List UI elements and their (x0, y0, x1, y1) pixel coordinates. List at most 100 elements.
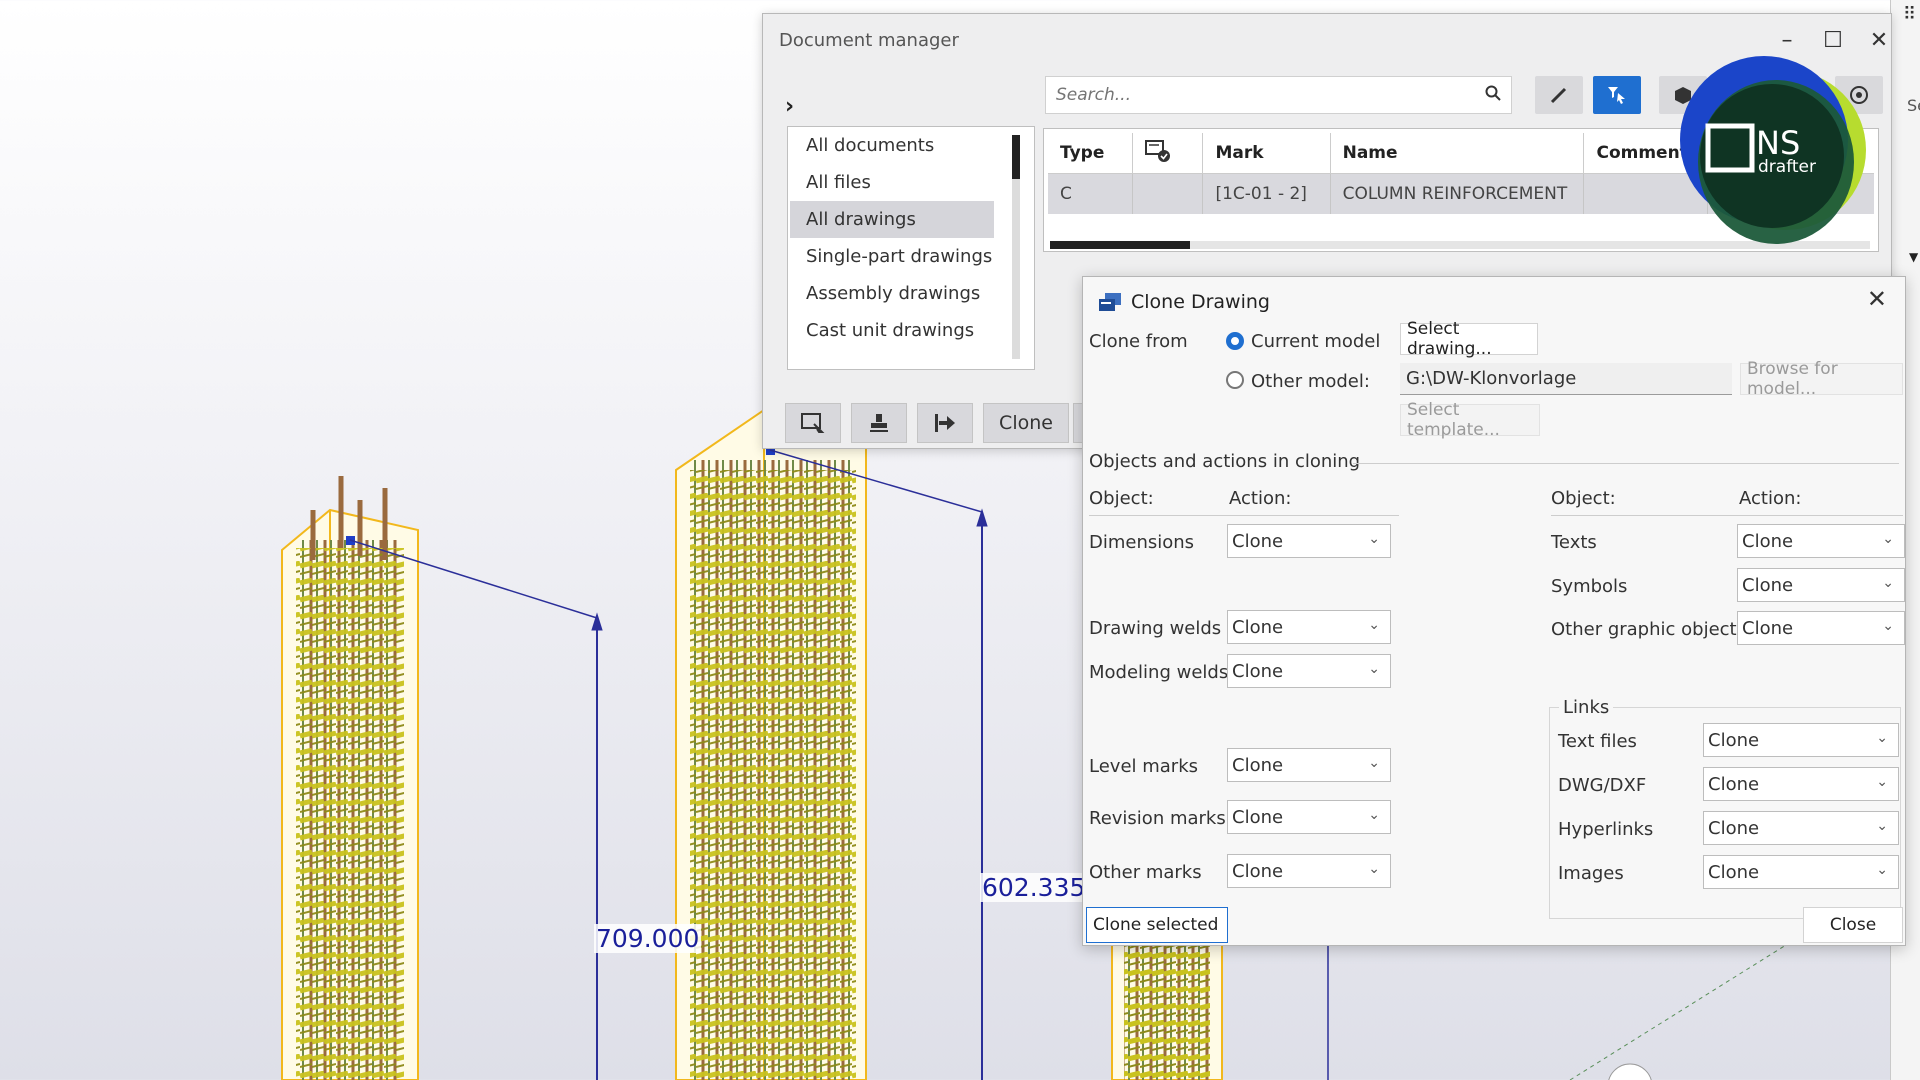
column-1 (281, 476, 419, 1080)
clone-drawing-icon (1099, 293, 1121, 311)
column-2 (675, 408, 867, 1080)
cell-status (1132, 173, 1204, 214)
chevron-down-icon: ⌄ (1368, 617, 1380, 633)
object-label: Other graphic objects (1551, 619, 1746, 640)
nav-item[interactable]: All files (790, 164, 994, 201)
cell-name: COLUMN REINFORCEMENT (1330, 173, 1585, 214)
close-icon[interactable]: ✕ (1867, 285, 1887, 313)
chevron-down-icon: ⌄ (1876, 862, 1888, 878)
model-path-field[interactable]: G:\DW-Klonvorlage (1400, 363, 1732, 395)
chevron-down-icon: ⌄ (1876, 730, 1888, 746)
nav-item[interactable]: All documents (790, 127, 994, 164)
object-label: Dimensions (1089, 532, 1195, 553)
action-select[interactable]: Clone ⌄ (1227, 610, 1391, 644)
clone-button[interactable]: Clone (983, 403, 1069, 443)
table-scrollbar-thumb[interactable] (1050, 241, 1190, 249)
chevron-down-icon: ⌄ (1368, 807, 1380, 823)
stamp-icon[interactable] (851, 403, 907, 443)
select-drawing-button[interactable]: Select drawing... (1400, 319, 1538, 359)
search-box[interactable] (1045, 76, 1512, 114)
chevron-down-icon: ⌄ (1368, 531, 1380, 547)
action-select[interactable]: Clone ⌄ (1737, 568, 1905, 602)
nav-item[interactable]: Cast unit drawings (790, 312, 994, 349)
action-select-value: Clone (1232, 754, 1284, 776)
select-template-button[interactable]: Select template... (1400, 400, 1540, 440)
action-select-value: Clone (1232, 660, 1284, 682)
nav-scrollbar-thumb[interactable] (1012, 135, 1020, 179)
document-category-list: All documents All files All drawings Single… (787, 126, 1035, 370)
export-arrow-icon[interactable] (917, 403, 973, 443)
chevron-down-icon: ⌄ (1876, 818, 1888, 834)
filter-cursor-icon[interactable] (1593, 76, 1641, 114)
ns-drafter-logo: NS drafter (1668, 52, 1868, 252)
nav-item[interactable]: Single-part drawings (790, 238, 994, 275)
action-select-value: Clone (1708, 773, 1760, 795)
chevron-right-icon[interactable]: › (785, 94, 794, 119)
object-label: Level marks (1089, 756, 1199, 777)
action-select-value: Clone (1232, 860, 1284, 882)
action-select-value: Clone (1708, 817, 1760, 839)
chevron-down-icon: ⌄ (1882, 575, 1894, 591)
object-label: Revision marks (1089, 808, 1226, 829)
panel-fragment-label: Se (1907, 96, 1920, 115)
dialog-titlebar[interactable]: Clone Drawing (1097, 287, 1270, 317)
right-object-header: Object: (1551, 488, 1616, 509)
action-select-value: Clone (1742, 574, 1794, 596)
search-icon[interactable] (1475, 85, 1511, 106)
object-label: Modeling welds (1089, 662, 1229, 683)
action-select[interactable]: Clone ⌄ (1703, 723, 1899, 757)
pencil-icon[interactable] (1535, 76, 1583, 114)
chevron-down-icon: ⌄ (1368, 755, 1380, 771)
action-select[interactable]: Clone ⌄ (1227, 654, 1391, 688)
column-header-type[interactable]: Type (1048, 133, 1133, 174)
chevron-down-icon: ⌄ (1876, 774, 1888, 790)
open-drawing-icon[interactable] (785, 403, 841, 443)
action-select-value: Clone (1708, 729, 1760, 751)
column-header-name[interactable]: Name (1330, 133, 1585, 174)
action-select[interactable]: Clone ⌄ (1227, 800, 1391, 834)
action-select-value: Clone (1232, 616, 1284, 638)
action-select[interactable]: Clone ⌄ (1227, 854, 1391, 888)
chevron-down-icon: ⌄ (1368, 661, 1380, 677)
column-header-mark[interactable]: Mark (1202, 133, 1331, 174)
clone-from-label: Clone from (1089, 331, 1188, 352)
chevron-down-icon: ⌄ (1368, 861, 1380, 877)
other-model-radio[interactable] (1226, 371, 1244, 389)
drawing-status-icon (1144, 139, 1170, 162)
window-title: Document manager (779, 29, 959, 51)
dropdown-arrow-icon[interactable]: ▼ (1909, 250, 1918, 264)
dialog-title: Clone Drawing (1131, 291, 1270, 313)
action-select[interactable]: Clone ⌄ (1737, 611, 1905, 645)
browse-model-button[interactable]: Browse for model... (1740, 359, 1903, 399)
current-model-radio[interactable] (1226, 332, 1244, 350)
action-select[interactable]: Clone ⌄ (1703, 767, 1899, 801)
dimension-label-b: 602.335 (980, 873, 1088, 902)
action-select[interactable]: Clone ⌄ (1703, 811, 1899, 845)
nav-item[interactable]: Assembly drawings (790, 275, 994, 312)
action-select[interactable]: Clone ⌄ (1703, 855, 1899, 889)
grid-icon[interactable]: ⠿ (1903, 4, 1916, 25)
action-select-value: Clone (1742, 530, 1794, 552)
objects-actions-section-title: Objects and actions in cloning (1089, 451, 1361, 472)
chevron-down-icon: ⌄ (1882, 531, 1894, 547)
search-input[interactable] (1054, 84, 1475, 106)
action-select[interactable]: Clone ⌄ (1737, 524, 1905, 558)
action-select[interactable]: Clone ⌄ (1227, 748, 1391, 782)
dialog-close-button[interactable]: Close (1803, 907, 1903, 943)
clone-selected-button[interactable]: Clone selected (1086, 907, 1228, 943)
links-group-title: Links (1559, 697, 1614, 718)
dimension-label-a: 709.000 (594, 924, 702, 953)
action-select-value: Clone (1742, 617, 1794, 639)
nav-item[interactable]: All drawings (790, 201, 994, 238)
current-model-label[interactable]: Current model (1251, 331, 1380, 352)
object-label: Symbols (1551, 576, 1628, 597)
other-model-label[interactable]: Other model: (1251, 371, 1370, 392)
action-select[interactable]: Clone ⌄ (1227, 524, 1391, 558)
object-label: Hyperlinks (1558, 819, 1654, 840)
action-select-value: Clone (1232, 806, 1284, 828)
action-select-value: Clone (1708, 861, 1760, 883)
nav-scroll-track[interactable] (1012, 179, 1020, 359)
logo-text-sub: drafter (1758, 157, 1816, 177)
column-header-status[interactable] (1132, 133, 1204, 174)
object-label: Text files (1558, 731, 1637, 752)
